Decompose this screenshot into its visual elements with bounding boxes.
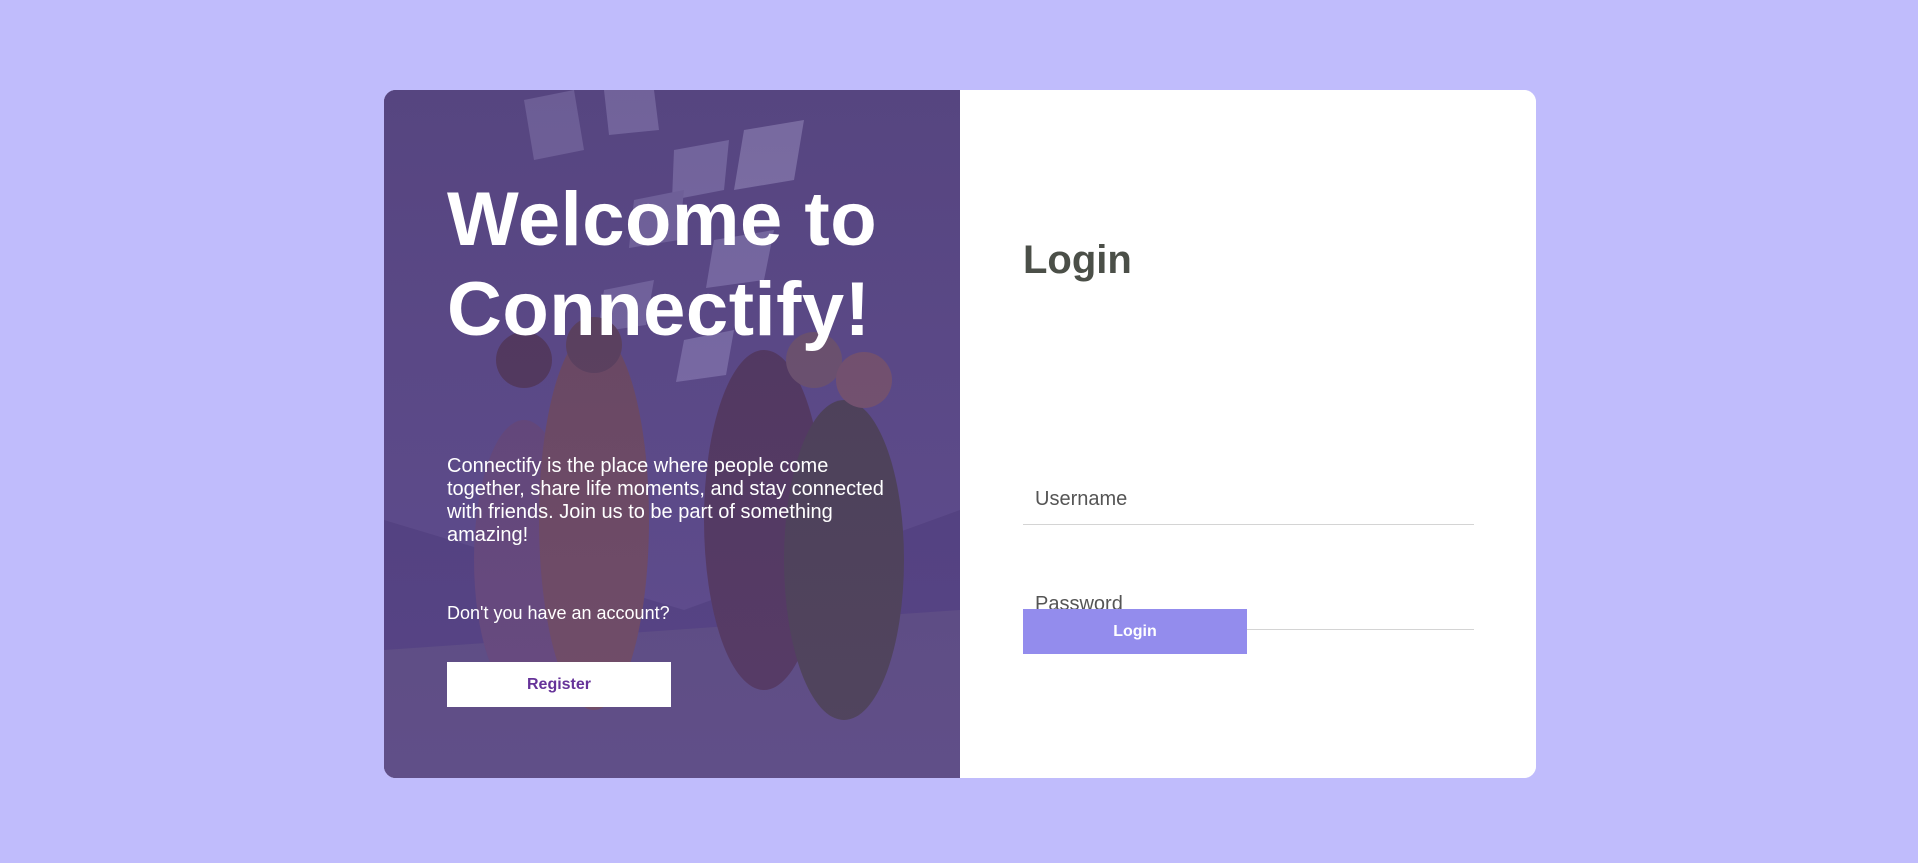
register-button[interactable]: Register xyxy=(447,662,671,707)
no-account-text: Don't you have an account? xyxy=(447,603,670,623)
username-input[interactable] xyxy=(1023,475,1474,525)
auth-card: Welcome to Connectify! Connectify is the… xyxy=(384,90,1536,778)
welcome-panel: Welcome to Connectify! Connectify is the… xyxy=(384,90,960,778)
login-panel: Login Login xyxy=(960,90,1536,778)
login-title: Login xyxy=(1023,238,1132,282)
welcome-title: Welcome to Connectify! xyxy=(447,177,878,352)
login-button[interactable]: Login xyxy=(1023,609,1247,654)
welcome-description: Connectify is the place where people com… xyxy=(447,455,884,546)
